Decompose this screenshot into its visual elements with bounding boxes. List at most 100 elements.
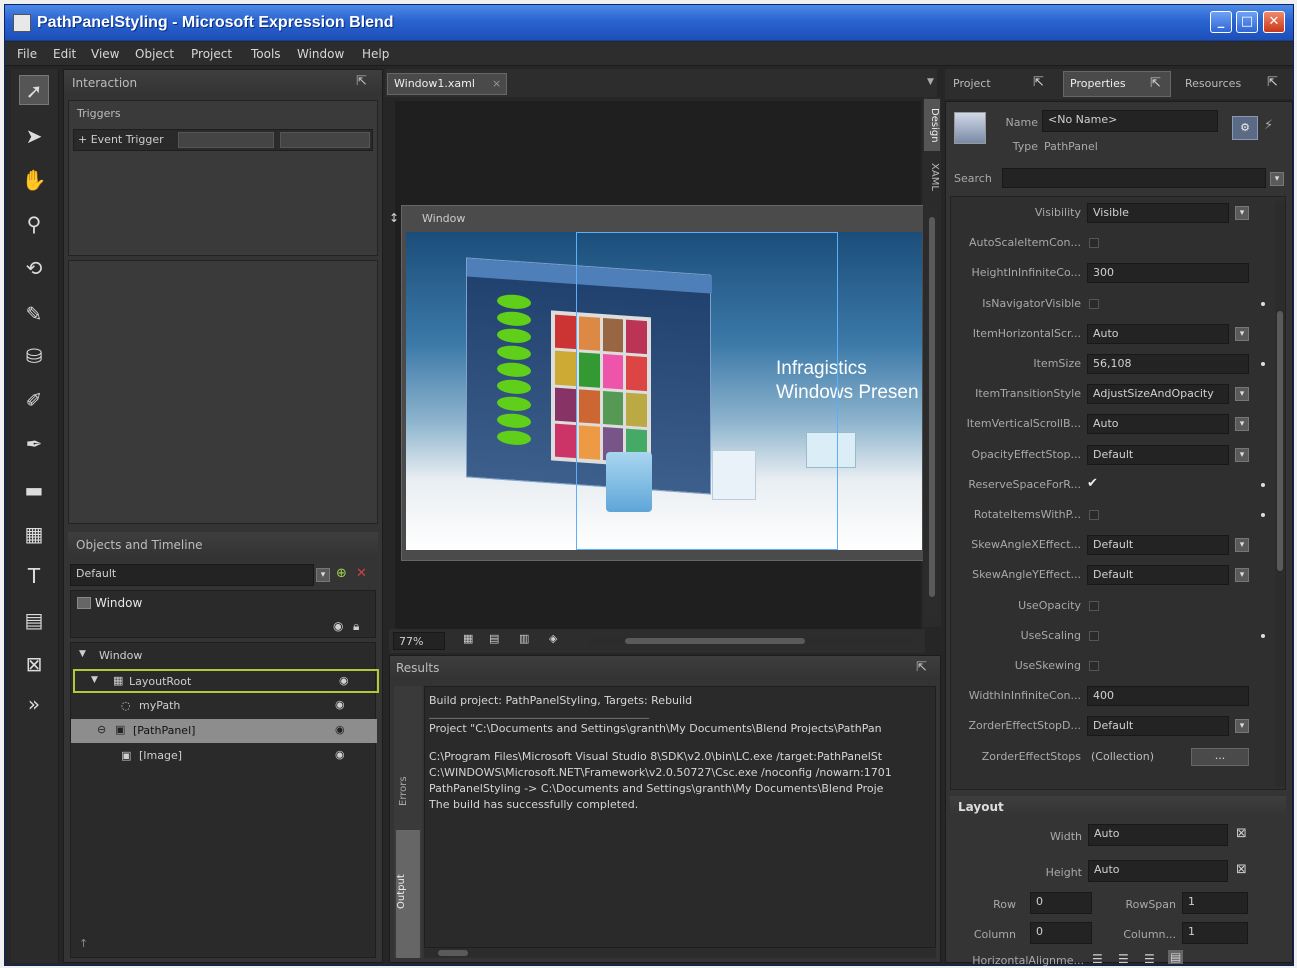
vertical-scrollbar[interactable] xyxy=(927,207,937,617)
menu-window[interactable]: Window xyxy=(297,47,344,61)
tab-resources[interactable]: Resources xyxy=(1185,77,1241,90)
resize-handle-icon[interactable]: ↕ xyxy=(389,211,399,225)
name-field[interactable]: <No Name> xyxy=(1042,110,1218,132)
property-row[interactable]: IsNavigatorVisible xyxy=(951,290,1271,318)
align-center-icon[interactable]: ☰ xyxy=(1118,952,1129,966)
eyedropper-icon[interactable]: ✎ xyxy=(19,299,49,329)
property-row[interactable]: ReserveSpaceForR... ✔ xyxy=(951,471,1271,499)
selection-bounds[interactable] xyxy=(576,232,838,550)
expand-icon[interactable]: ▼ xyxy=(79,649,86,659)
undock-icon[interactable]: ⇱ xyxy=(1150,76,1161,91)
grid-icon[interactable]: ▦ xyxy=(19,519,49,549)
property-checkbox[interactable] xyxy=(1089,600,1099,611)
expand-icon[interactable]: ⊖ xyxy=(97,723,106,736)
menu-help[interactable]: Help xyxy=(362,47,389,61)
design-surface[interactable]: ↕ Window Infragistics Windows Presen xyxy=(389,101,925,639)
columnspan-field[interactable]: 1 xyxy=(1182,922,1248,944)
property-select[interactable]: Visible xyxy=(1087,203,1229,223)
property-row[interactable]: ZorderEffectStopD... Default ▾ xyxy=(951,712,1271,740)
minimize-button[interactable]: _ xyxy=(1210,11,1232,33)
property-checkbox[interactable] xyxy=(1089,510,1099,520)
rectangle-icon[interactable]: ▬ xyxy=(19,475,49,505)
camera-orbit-icon[interactable]: ⟲ xyxy=(19,253,49,283)
scrollbar-thumb[interactable] xyxy=(1277,311,1283,571)
property-select[interactable]: Auto xyxy=(1087,323,1229,344)
property-row[interactable]: HeightInInfiniteCo... 300 xyxy=(951,259,1271,287)
property-row[interactable]: ItemVerticalScrollB... Auto ▾ xyxy=(951,410,1271,438)
menu-tools[interactable]: Tools xyxy=(251,47,281,61)
property-checkbox-checked[interactable]: ✔ xyxy=(1087,476,1098,491)
eye-icon[interactable]: ◉ xyxy=(335,723,345,736)
tab-errors[interactable]: Errors xyxy=(398,756,418,826)
zoom-icon[interactable]: ⚲ xyxy=(19,209,49,239)
menu-edit[interactable]: Edit xyxy=(53,47,76,61)
chevron-down-icon[interactable]: ▾ xyxy=(1235,206,1249,220)
auto-size-icon[interactable]: ⊠ xyxy=(1236,862,1247,877)
width-field[interactable]: Auto xyxy=(1088,824,1228,846)
eye-icon[interactable]: ◉ xyxy=(335,748,345,761)
delete-timeline-icon[interactable]: ✕ xyxy=(356,566,372,582)
remove-trigger-button[interactable] xyxy=(280,132,370,148)
property-select[interactable]: Default xyxy=(1087,535,1229,556)
tab-xaml[interactable]: XAML xyxy=(924,157,940,197)
property-row[interactable]: Visibility Visible ▾ xyxy=(951,199,1271,227)
property-row[interactable]: WidthInInfiniteCon... 400 xyxy=(951,682,1271,710)
horizontal-scrollbar[interactable] xyxy=(424,948,936,958)
controls-icon[interactable]: ▤ xyxy=(19,605,49,635)
property-row[interactable]: RotateItemsWithP... xyxy=(951,501,1271,529)
tree-row-image[interactable]: ▣ [Image] ◉ xyxy=(71,745,375,767)
tab-properties[interactable]: Properties ⇱ xyxy=(1063,71,1171,97)
align-right-icon[interactable]: ☰ xyxy=(1144,952,1155,966)
search-input[interactable] xyxy=(1002,168,1266,188)
property-checkbox[interactable] xyxy=(1089,238,1099,249)
tree-row-pathpanel[interactable]: ⊖ ▣ [PathPanel] ◉ xyxy=(71,719,377,743)
property-row[interactable]: ItemHorizontalScr... Auto ▾ xyxy=(951,320,1271,348)
tab-design[interactable]: Design xyxy=(924,99,940,151)
chevron-down-icon[interactable]: ▾ xyxy=(1235,326,1249,341)
chevron-down-icon[interactable]: ▾ xyxy=(1235,568,1249,583)
tab-project[interactable]: Project xyxy=(953,77,991,90)
property-select[interactable]: Default xyxy=(1087,716,1229,737)
menu-object[interactable]: Object xyxy=(135,47,174,61)
pan-hand-icon[interactable]: ✋ xyxy=(19,165,49,195)
align-stretch-icon[interactable]: ▤ xyxy=(1168,950,1184,964)
menu-project[interactable]: Project xyxy=(191,47,232,61)
artboard-window[interactable]: Window Infragistics Windows Presen xyxy=(401,205,925,561)
expand-icon[interactable]: ▼ xyxy=(91,675,98,685)
property-row[interactable]: UseSkewing xyxy=(951,652,1271,680)
property-row[interactable]: UseOpacity xyxy=(951,592,1271,620)
chevron-down-icon[interactable]: ▾ xyxy=(1235,387,1249,402)
property-select[interactable]: Auto xyxy=(1087,414,1229,435)
event-trigger-button[interactable]: + Event Trigger xyxy=(78,133,164,146)
zoom-field[interactable]: 77% xyxy=(393,632,445,650)
advanced-property-marker[interactable] xyxy=(1261,633,1265,638)
tree-row-layoutroot[interactable]: ▼ ▦ LayoutRoot ◉ xyxy=(73,669,379,693)
asset-library-icon[interactable]: ⊠ xyxy=(19,649,49,679)
layout-header[interactable]: Layout xyxy=(950,796,1286,818)
advanced-property-marker[interactable] xyxy=(1261,301,1265,306)
property-select[interactable]: Default xyxy=(1087,565,1229,586)
objects-timeline-header[interactable]: Objects and Timeline xyxy=(68,532,378,558)
property-row[interactable]: ItemSize 56,108 xyxy=(951,350,1271,378)
chevron-down-icon[interactable]: ▾ xyxy=(1235,417,1249,432)
chevron-down-icon[interactable]: ▾ xyxy=(1235,538,1249,553)
chevron-down-icon[interactable]: ▾ xyxy=(1235,447,1249,462)
advanced-property-marker[interactable] xyxy=(1261,362,1265,366)
row-field[interactable]: 0 xyxy=(1030,892,1092,914)
snap-lines-icon[interactable]: ▥ xyxy=(519,632,529,645)
property-select[interactable]: AdjustSizeAndOpacity xyxy=(1087,384,1229,405)
eye-icon[interactable]: ◉ xyxy=(339,674,349,687)
height-field[interactable]: Auto xyxy=(1088,860,1228,882)
collection-editor-button[interactable]: ... xyxy=(1191,747,1249,766)
title-bar[interactable]: PathPanelStyling - Microsoft Expression … xyxy=(5,5,1293,41)
property-row[interactable]: UseScaling xyxy=(951,622,1271,650)
property-row[interactable]: SkewAngleYEffect... Default ▾ xyxy=(951,561,1271,589)
show-grid-icon[interactable]: ▤ xyxy=(489,632,499,645)
more-tools-icon[interactable]: » xyxy=(19,689,49,719)
maximize-button[interactable]: □ xyxy=(1236,11,1258,33)
tab-window1[interactable]: Window1.xaml × xyxy=(387,73,507,95)
timeline-select[interactable]: Default xyxy=(70,564,314,586)
chevron-down-icon[interactable]: ▾ xyxy=(1235,719,1249,734)
add-timeline-icon[interactable]: ⊕ xyxy=(336,566,352,582)
property-row[interactable]: OpacityEffectStop... Default ▾ xyxy=(951,441,1271,469)
